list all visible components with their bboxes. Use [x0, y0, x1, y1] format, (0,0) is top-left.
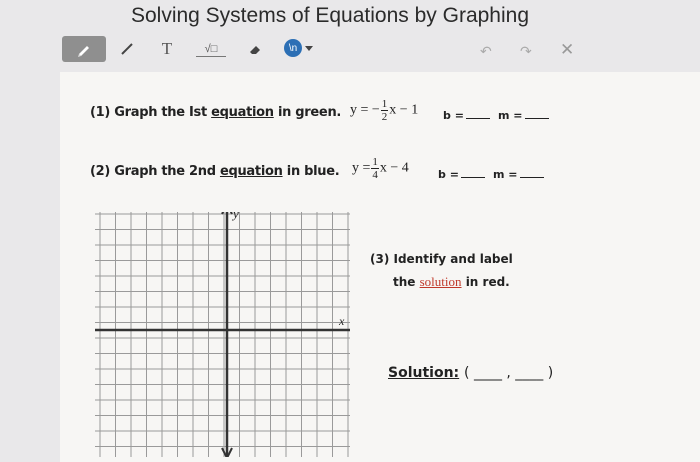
y-axis-label: y	[231, 212, 239, 221]
question-3-line-2: the solution in red.	[393, 274, 510, 289]
eraser-icon	[250, 46, 260, 54]
equation-1-fraction: 12	[380, 98, 389, 123]
pencil-icon	[78, 46, 89, 57]
text-tool-button[interactable]: T	[152, 36, 182, 62]
equation-2: y = 1 4 x − 4	[352, 156, 409, 181]
q2-b-blank[interactable]: b =	[438, 167, 485, 181]
q1-m-blank[interactable]: m =	[498, 108, 549, 122]
q1-b-blank[interactable]: b =	[443, 108, 490, 122]
line-icon	[121, 43, 133, 55]
chevron-down-icon[interactable]	[305, 46, 313, 51]
redo-icon[interactable]: ↷	[520, 43, 532, 60]
x-axis-label: x	[338, 314, 345, 328]
sqrt-tool-button[interactable]: √□	[196, 42, 226, 57]
coordinate-grid[interactable]: y x	[95, 201, 350, 462]
close-icon[interactable]: ✕	[560, 40, 574, 60]
solution-field[interactable]: Solution: ( ____ , ____ )	[388, 365, 553, 381]
color-picker-button[interactable]: \n	[284, 39, 302, 57]
question-2-label: (2) Graph the 2nd equation in blue.	[90, 164, 340, 179]
toolbar: T √□ \n ↶ ↷ ✕	[0, 30, 700, 68]
page-title: Solving Systems of Equations by Graphing	[130, 4, 530, 27]
line-tool-button[interactable]	[112, 36, 142, 62]
undo-icon[interactable]: ↶	[480, 43, 492, 60]
eraser-tool-button[interactable]	[240, 36, 270, 62]
question-1-label: (1) Graph the Ist equation in green.	[90, 105, 342, 120]
q2-m-blank[interactable]: m =	[493, 167, 544, 181]
equation-2-fraction: 14	[371, 156, 379, 181]
pen-tool-button[interactable]	[62, 36, 106, 62]
equation-1: y = −1 2 x − 1	[350, 98, 419, 123]
question-3-line-1: (3) Identify and label	[370, 252, 513, 266]
